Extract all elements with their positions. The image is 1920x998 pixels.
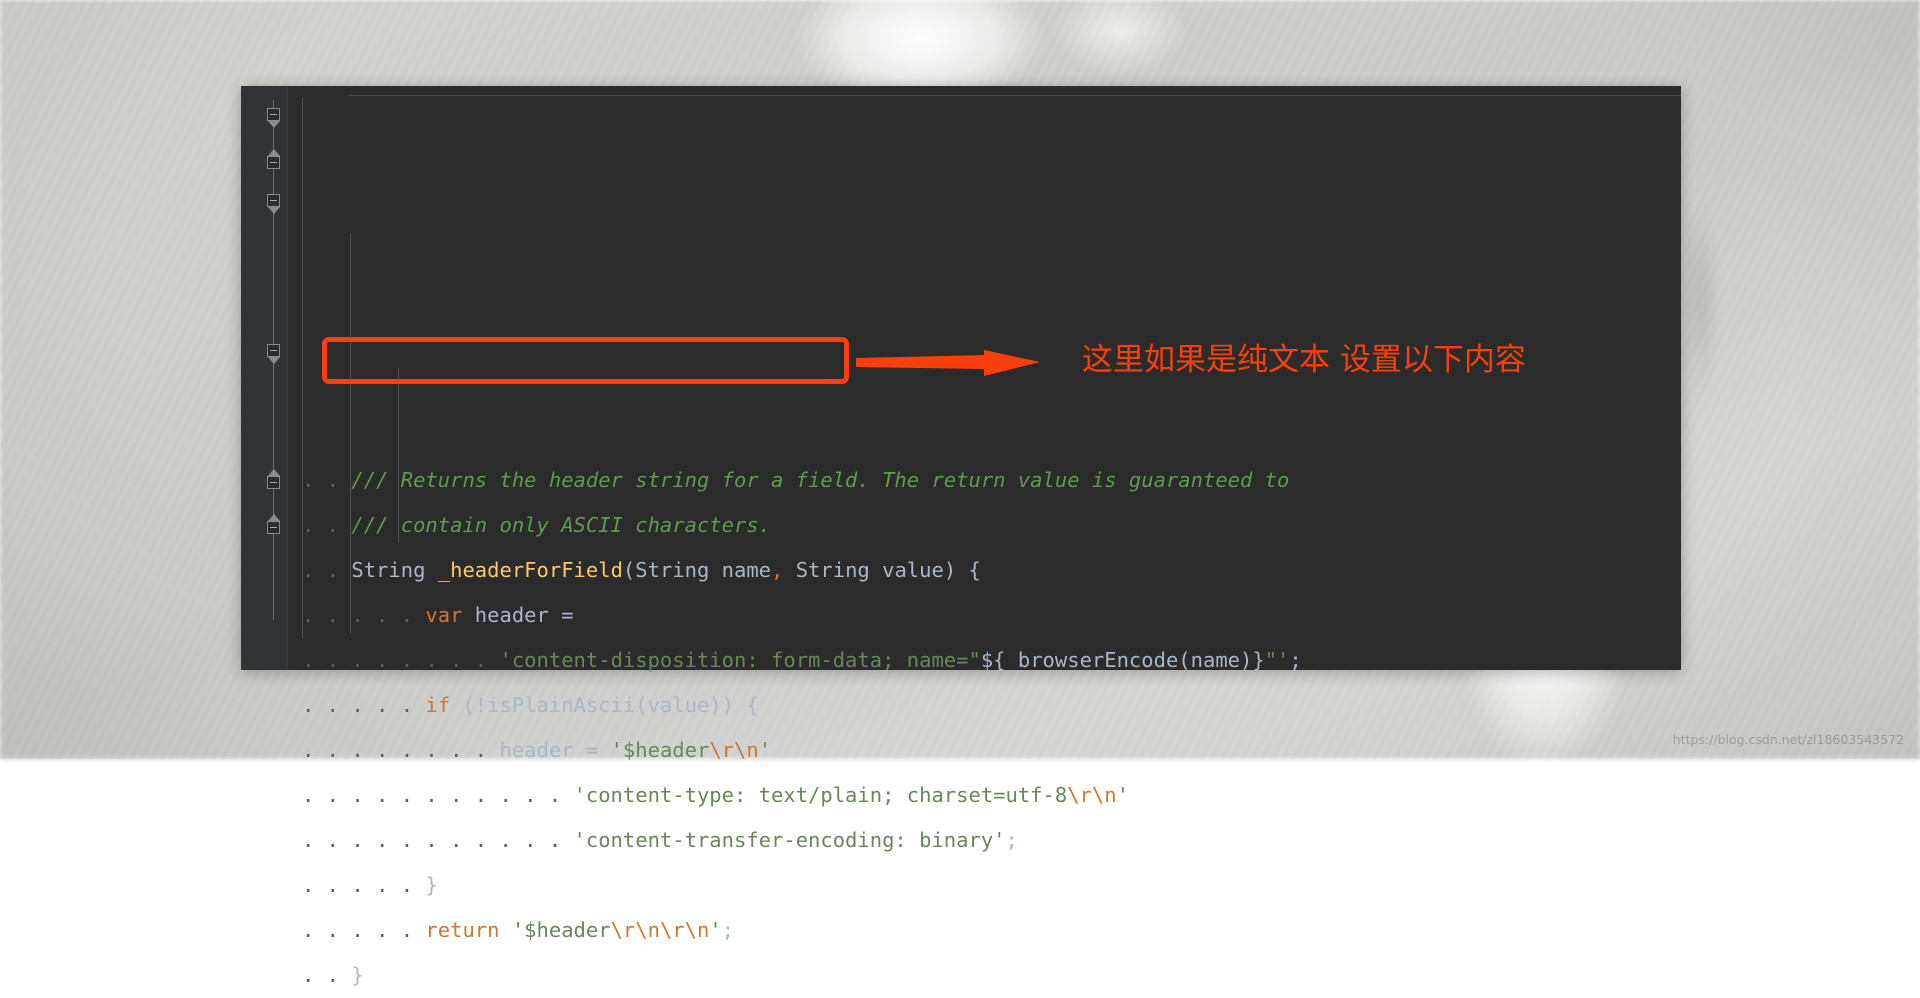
indent-guide — [350, 233, 351, 633]
fold-arrow-if-block[interactable] — [267, 344, 280, 357]
code-token-plain: header = — [499, 738, 610, 762]
code-line[interactable]: . . . . . . . . header = '$header\r\n' — [288, 728, 1681, 773]
fold-arrow-method-end[interactable] — [267, 521, 280, 534]
code-token-plain: ${_browserEncode(name)} — [981, 648, 1265, 672]
annotation-arrow-icon — [856, 345, 1041, 379]
code-token-kw: , — [771, 558, 783, 582]
whitespace-dots: . . . . . — [302, 873, 425, 897]
code-token-type: String value — [783, 558, 943, 582]
code-token-str: '$header — [611, 738, 710, 762]
code-token-doc: /// Returns the header string for a fiel… — [351, 468, 1289, 492]
code-token-str: ' — [709, 918, 721, 942]
whitespace-dots: . . — [302, 468, 351, 492]
indent-guide — [302, 98, 303, 638]
code-token-punct: ; — [1006, 828, 1018, 852]
whitespace-dots: . . . . . — [302, 918, 425, 942]
whitespace-dots: . . — [302, 558, 351, 582]
whitespace-dots: . . — [302, 963, 351, 987]
code-token-kw: if — [425, 693, 462, 717]
code-token-str: '$header — [512, 918, 611, 942]
code-token-esc: \r\n — [709, 738, 758, 762]
code-token-punct: ( — [623, 558, 635, 582]
code-token-type: String — [351, 558, 437, 582]
code-token-kw: return — [425, 918, 511, 942]
whitespace-dots: . . . . . — [302, 603, 425, 627]
watermark-url: https://blog.csdn.net/zl18603543572 — [1673, 732, 1904, 747]
fold-arrow-doc-comment-end[interactable] — [267, 156, 280, 169]
code-line[interactable]: . . . . . . . . . . . 'content-type: tex… — [288, 773, 1681, 818]
code-token-str: ' — [1117, 783, 1129, 807]
whitespace-dots: . . — [302, 513, 351, 537]
whitespace-dots: . . . . . — [302, 693, 425, 717]
code-token-punct: ; — [1289, 648, 1301, 672]
annotation-text: 这里如果是纯文本 设置以下内容 — [1082, 338, 1526, 382]
whitespace-dots: . . . . . . . . — [302, 648, 499, 672]
code-token-fn: _headerForField — [438, 558, 623, 582]
indent-guide — [398, 368, 399, 543]
code-token-kw: var — [425, 603, 474, 627]
code-line[interactable]: . . . . . . . . . . . 'content-transfer-… — [288, 818, 1681, 863]
code-token-plain: } — [351, 963, 363, 987]
code-line[interactable]: . . /// contain only ASCII characters. — [288, 503, 1681, 548]
code-token-str: ' — [759, 738, 771, 762]
fold-arrow-method[interactable] — [267, 194, 280, 207]
code-token-str: 'content-type: text/plain; charset=utf-8 — [574, 783, 1068, 807]
code-token-punct: ) { — [944, 558, 981, 582]
code-token-punct: ; — [722, 918, 734, 942]
editor-gutter[interactable] — [241, 86, 288, 670]
code-token-doc: /// contain only ASCII characters. — [351, 513, 771, 537]
whitespace-dots: . . . . . . . . . . . — [302, 828, 574, 852]
code-token-type: String name — [635, 558, 771, 582]
code-line[interactable]: . . /// Returns the header string for a … — [288, 458, 1681, 503]
code-token-plain: header = — [475, 603, 574, 627]
code-line[interactable]: . . . . . return '$header\r\n\r\n'; — [288, 908, 1681, 953]
code-line[interactable]: . . . . . var header = — [288, 593, 1681, 638]
code-token-plain: (!isPlainAscii(value)) { — [462, 693, 758, 717]
code-token-str: "' — [1265, 648, 1290, 672]
whitespace-dots: . . . . . . . . — [302, 738, 499, 762]
code-token-str: 'content-transfer-encoding: binary' — [574, 828, 1006, 852]
code-token-str: 'content-disposition: form-data; name=" — [499, 648, 980, 672]
fold-arrow-doc-comment[interactable] — [267, 108, 280, 121]
code-line[interactable]: . . String _headerForField(String name, … — [288, 548, 1681, 593]
code-line[interactable]: . . . . . if (!isPlainAscii(value)) { — [288, 683, 1681, 728]
code-line[interactable]: . . . . . . . . 'content-disposition: fo… — [288, 638, 1681, 683]
code-line[interactable]: . . } — [288, 953, 1681, 998]
code-token-esc: \r\n\r\n — [611, 918, 710, 942]
editor-top-divider — [349, 95, 1681, 96]
code-token-esc: \r\n — [1067, 783, 1116, 807]
code-line[interactable]: . . . . . } — [288, 863, 1681, 908]
fold-arrow-if-block-end[interactable] — [267, 476, 280, 489]
code-token-plain: } — [425, 873, 437, 897]
whitespace-dots: . . . . . . . . . . . — [302, 783, 574, 807]
